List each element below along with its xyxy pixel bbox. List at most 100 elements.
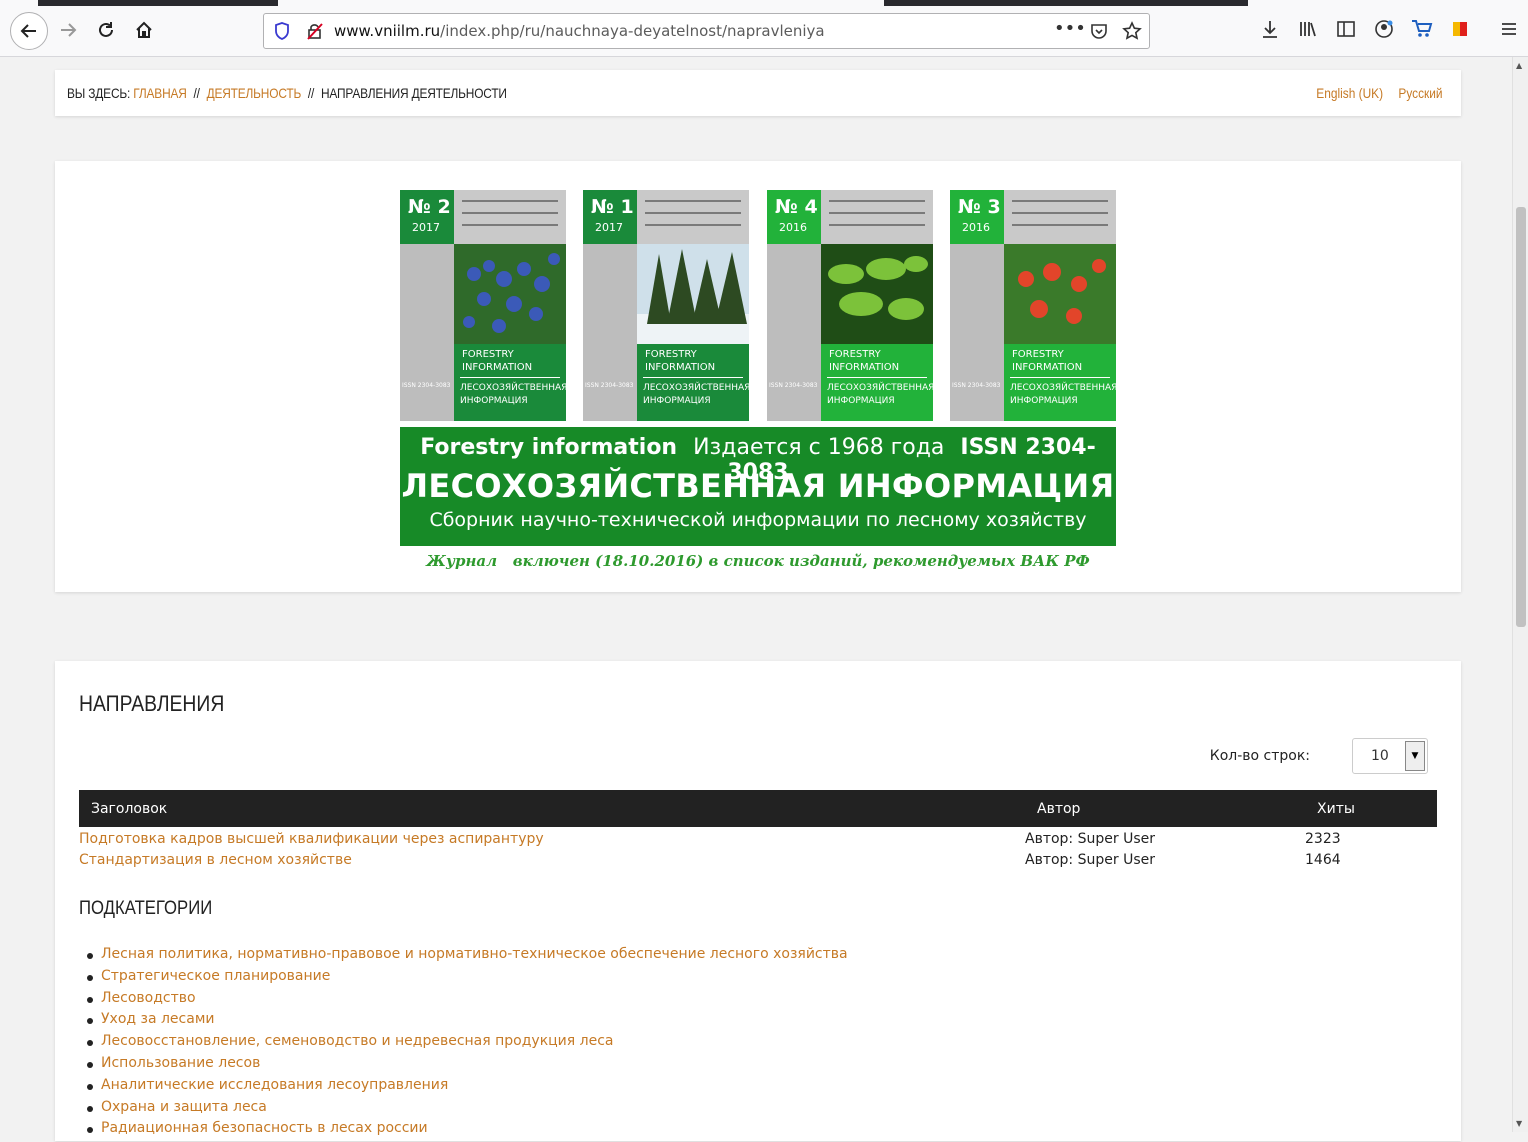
- subcategory-link[interactable]: Аналитические исследования лесоуправлени…: [87, 1077, 848, 1099]
- url-bar[interactable]: www.vniilm.ru/index.php/ru/nauchnaya-dey…: [263, 13, 1150, 49]
- cart-icon: [1412, 20, 1433, 37]
- scroll-down-arrow-icon[interactable]: ▼: [1516, 1119, 1522, 1128]
- cover-title-en: FORESTRY INFORMATION: [829, 349, 900, 373]
- subcategory-link[interactable]: Лесная политика, нормативно-правовое и н…: [87, 946, 848, 968]
- cover-title: FORESTRY INFORMATION ЛЕСОХОЗЯЙСТВЕННАЯ ИН…: [1004, 344, 1116, 421]
- breadcrumb-bar: Вы здесь: Главная // Деятельность // Направл…: [55, 70, 1461, 116]
- page-scrollbar[interactable]: ▲ ▼: [1512, 57, 1528, 1132]
- cover-side: [583, 244, 637, 421]
- table-header: Заголовок Автор Хиты: [79, 790, 1437, 827]
- journal-name-ru: ЛЕСОХОЗЯЙСТВЕННАЯ ИНФОРМАЦИЯ: [401, 467, 1115, 505]
- cover-title-ru: ЛЕСОХОЗЯЙСТВЕННАЯ ИНФОРМАЦИЯ: [460, 383, 566, 406]
- cover-title-en: FORESTRY INFORMATION: [1012, 349, 1083, 373]
- breadcrumb-home-link[interactable]: Главная: [133, 85, 187, 101]
- download-icon: [1263, 21, 1277, 38]
- cover-number: № 1: [591, 196, 634, 218]
- article-link[interactable]: Стандартизация в лесном хозяйстве: [79, 852, 352, 868]
- sidebar-button[interactable]: [1333, 16, 1359, 42]
- sidebar-icon: [1337, 21, 1355, 37]
- column-header-author[interactable]: Автор: [1037, 801, 1080, 817]
- browser-toolbar: www.vniilm.ru/index.php/ru/nauchnaya-dey…: [0, 0, 1528, 57]
- journal-cover[interactable]: № 4 2016 FORESTRY INFORMATION ЛЕСОХОЗЯЙСТВ…: [767, 190, 933, 421]
- article-link[interactable]: Подготовка кадров высшей квалификации че…: [79, 831, 544, 847]
- cover-header: [1004, 190, 1116, 244]
- journal-cover[interactable]: № 2 2017 FORESTRY INFORMATION ЛЕСОХОЗЯЙСТВ…: [400, 190, 566, 421]
- language-switcher: English (UK) Русский: [1301, 85, 1443, 101]
- cover-header: [821, 190, 933, 244]
- column-header-hits[interactable]: Хиты: [1317, 801, 1355, 817]
- cover-number-block: № 4 2016: [767, 190, 821, 244]
- cover-title-en: FORESTRY INFORMATION: [462, 349, 533, 373]
- language-russian-link[interactable]: Русский: [1399, 85, 1443, 101]
- cover-year: 2016: [962, 221, 990, 234]
- library-icon: [1300, 22, 1316, 37]
- cover-issn: ISSN 2304-3083: [952, 382, 1001, 389]
- cover-photo-oak-leaves: [821, 244, 933, 344]
- cover-title: FORESTRY INFORMATION ЛЕСОХОЗЯЙСТВЕННАЯ ИН…: [454, 344, 566, 421]
- subcategory-link[interactable]: Радиационная безопасность в лесах россии: [87, 1120, 848, 1142]
- category-content: Направления Кол-во строк: 10 ▼ Заголовок…: [55, 661, 1461, 1141]
- breadcrumb: Вы здесь: Главная // Деятельность // Направл…: [67, 85, 507, 101]
- journal-title-banner: Forestry information Издается с 1968 года…: [400, 427, 1116, 546]
- subcategory-link[interactable]: Использование лесов: [87, 1055, 848, 1077]
- back-button[interactable]: [10, 12, 48, 50]
- library-button[interactable]: [1295, 16, 1321, 42]
- cover-title: FORESTRY INFORMATION ЛЕСОХОЗЯЙСТВЕННАЯ ИН…: [637, 344, 749, 421]
- language-english-link[interactable]: English (UK): [1317, 85, 1384, 101]
- table-row: Подготовка кадров высшей квалификации че…: [79, 831, 1437, 852]
- scroll-thumb[interactable]: [1516, 207, 1526, 627]
- cover-side: [400, 244, 454, 421]
- reload-button[interactable]: [90, 14, 122, 46]
- cover-side: [950, 244, 1004, 421]
- bookmark-star-icon[interactable]: [1122, 21, 1142, 41]
- home-button[interactable]: [128, 14, 160, 46]
- subcategory-link[interactable]: Лесоводство: [87, 990, 848, 1012]
- subcategory-link[interactable]: Лесовосстановление, семеноводство и недр…: [87, 1033, 848, 1055]
- pocket-icon[interactable]: [1090, 22, 1108, 40]
- article-author: Автор: Super User: [1025, 852, 1155, 868]
- cover-number-block: № 2 2017: [400, 190, 454, 244]
- cover-title-en: FORESTRY INFORMATION: [645, 349, 716, 373]
- journal-cover[interactable]: № 3 2016 FORESTRY INFORMATION ЛЕСОХОЗЯЙСТВ…: [950, 190, 1116, 421]
- cover-issn: ISSN 2304-3083: [585, 382, 634, 389]
- forward-button[interactable]: [52, 14, 84, 46]
- breadcrumb-separator: //: [193, 85, 200, 101]
- url-text[interactable]: www.vniilm.ru/index.php/ru/nauchnaya-dey…: [334, 22, 825, 40]
- shield-icon[interactable]: [274, 22, 290, 40]
- hamburger-icon: [1502, 23, 1516, 35]
- subcategory-link[interactable]: Охрана и защита леса: [87, 1099, 848, 1121]
- cover-title-ru: ЛЕСОХОЗЯЙСТВЕННАЯ ИНФОРМАЦИЯ: [1010, 383, 1116, 406]
- account-button[interactable]: [1371, 16, 1397, 42]
- rows-per-page-select[interactable]: 10 ▼: [1352, 738, 1428, 774]
- arrow-left-icon: [20, 24, 36, 38]
- column-header-title[interactable]: Заголовок: [91, 801, 167, 817]
- cover-photo-cloudberries: [1004, 244, 1116, 344]
- subcategories-title: Подкатегории: [79, 898, 213, 919]
- reload-icon: [99, 22, 113, 37]
- insecure-lock-icon[interactable]: [306, 22, 324, 40]
- scroll-up-arrow-icon[interactable]: ▲: [1516, 61, 1522, 70]
- breadcrumb-separator: //: [307, 85, 315, 101]
- flag-icon: [1453, 22, 1467, 36]
- subcategory-link[interactable]: Стратегическое планирование: [87, 968, 848, 990]
- section-title: Направления: [79, 691, 225, 716]
- cover-side: [767, 244, 821, 421]
- account-icon: [1375, 20, 1393, 38]
- journal-subtitle: Сборник научно-технической информации по…: [429, 509, 1087, 531]
- breadcrumb-activity-link[interactable]: Деятельность: [207, 85, 302, 101]
- subcategory-link[interactable]: Уход за лесами: [87, 1011, 848, 1033]
- cover-photo-blueberries: [454, 244, 566, 344]
- url-path: /index.php/ru/nauchnaya-deyatelnost/napr…: [440, 22, 825, 40]
- cover-number-block: № 1 2017: [583, 190, 637, 244]
- journal-cover[interactable]: № 1 2017 FORESTRY INFORMATION ЛЕСОХОЗЯЙСТВ…: [583, 190, 749, 421]
- page-actions-icon[interactable]: •••: [1054, 18, 1086, 39]
- article-hits: 1464: [1305, 852, 1341, 868]
- menu-button[interactable]: [1496, 16, 1522, 42]
- cover-issn: ISSN 2304-3083: [769, 382, 818, 389]
- download-button[interactable]: [1257, 16, 1283, 42]
- flag-extension-button[interactable]: [1447, 16, 1473, 42]
- cover-title-ru: ЛЕСОХОЗЯЙСТВЕННАЯ ИНФОРМАЦИЯ: [827, 383, 933, 406]
- dropdown-arrow-icon[interactable]: ▼: [1405, 741, 1425, 771]
- rows-per-page-value: 10: [1371, 748, 1389, 764]
- cart-extension-button[interactable]: [1409, 16, 1435, 42]
